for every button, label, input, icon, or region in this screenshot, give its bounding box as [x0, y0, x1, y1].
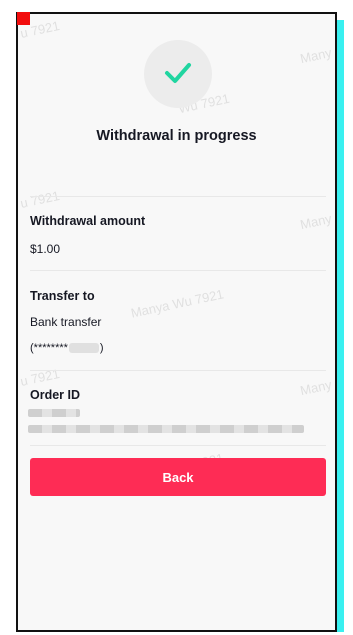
masked-account-number: (********) [30, 342, 104, 354]
check-icon [165, 63, 191, 83]
back-button[interactable]: Back [30, 458, 326, 496]
watermark: Many [298, 210, 334, 233]
divider [30, 270, 326, 271]
redacted-account-digits [68, 343, 99, 354]
watermark: Manya Wu 7921 [129, 286, 225, 321]
watermark: Many [298, 376, 334, 399]
order-id-label: Order ID [30, 388, 81, 402]
redacted-order-id [28, 409, 80, 417]
account-suffix: ) [99, 342, 104, 354]
transfer-method: Bank transfer [30, 315, 102, 329]
divider [30, 370, 326, 371]
divider [30, 196, 326, 197]
corner-marker [17, 12, 30, 25]
transfer-to-label: Transfer to [30, 289, 95, 303]
withdrawal-amount-value: $1.00 [30, 242, 61, 256]
watermark: u 7921 [18, 188, 61, 211]
withdrawal-amount-label: Withdrawal amount [30, 214, 146, 228]
redacted-order-id [28, 425, 304, 433]
watermark: Many [298, 44, 334, 67]
divider [30, 445, 326, 446]
account-prefix: (******** [30, 342, 68, 354]
status-title: Withdrawal in progress [96, 128, 257, 144]
withdrawal-status-screen: u 7921 Wu 7921 Many u 7921 Many Manya Wu… [16, 12, 337, 632]
status-badge [144, 40, 212, 108]
